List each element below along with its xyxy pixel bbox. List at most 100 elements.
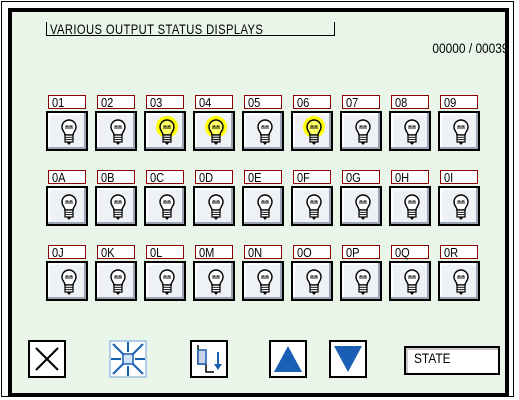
- bulb-off-icon: [110, 269, 126, 295]
- output-button[interactable]: [95, 261, 137, 301]
- reset-button[interactable]: [109, 340, 147, 378]
- bulb-off-icon: [306, 194, 322, 220]
- output-cell: 0G: [340, 170, 384, 230]
- output-label-text: 0H: [395, 170, 410, 185]
- output-label-text: 0N: [248, 245, 263, 260]
- output-button[interactable]: [46, 111, 88, 151]
- output-label: 0R: [440, 245, 478, 259]
- output-button[interactable]: [340, 186, 382, 226]
- bulb-off-icon: [355, 119, 371, 145]
- output-button[interactable]: [193, 111, 235, 151]
- output-button[interactable]: [193, 186, 235, 226]
- output-label: 0I: [440, 170, 478, 184]
- output-label-text: 02: [101, 95, 114, 110]
- output-button[interactable]: [340, 111, 382, 151]
- output-label: 0N: [244, 245, 282, 259]
- bulb-off-icon: [208, 269, 224, 295]
- output-cell: 08: [389, 95, 433, 155]
- output-cell: 0L: [144, 245, 188, 305]
- output-button[interactable]: [389, 261, 431, 301]
- output-label-text: 0B: [101, 170, 115, 185]
- output-button[interactable]: [242, 186, 284, 226]
- output-cell: 0A: [46, 170, 90, 230]
- output-button[interactable]: [389, 186, 431, 226]
- output-button[interactable]: [291, 261, 333, 301]
- output-label-text: 0I: [444, 170, 454, 185]
- down-triangle-icon: [334, 346, 362, 372]
- output-label: 08: [391, 95, 429, 109]
- output-button[interactable]: [438, 261, 480, 301]
- output-label-text: 09: [444, 95, 457, 110]
- output-cell: 0B: [95, 170, 139, 230]
- presser-foot-button[interactable]: [190, 340, 228, 378]
- output-button[interactable]: [438, 186, 480, 226]
- output-cell: 0O: [291, 245, 335, 305]
- bulb-off-icon: [257, 269, 273, 295]
- bulb-off-icon: [404, 269, 420, 295]
- output-button[interactable]: [438, 111, 480, 151]
- output-button[interactable]: [144, 261, 186, 301]
- output-label: 0O: [293, 245, 331, 259]
- bulb-off-icon: [257, 119, 273, 145]
- output-button[interactable]: [144, 186, 186, 226]
- output-cell: 0K: [95, 245, 139, 305]
- output-label: 0B: [97, 170, 135, 184]
- output-label-text: 03: [150, 95, 163, 110]
- output-label-text: 0F: [297, 170, 310, 185]
- output-button[interactable]: [291, 186, 333, 226]
- output-cell: 0F: [291, 170, 335, 230]
- output-button[interactable]: [193, 261, 235, 301]
- output-cell: 0M: [193, 245, 237, 305]
- bulb-off-icon: [61, 269, 77, 295]
- bulb-off-icon: [61, 194, 77, 220]
- output-cell: 02: [95, 95, 139, 155]
- bulb-on-icon: [156, 116, 178, 145]
- output-button[interactable]: [242, 111, 284, 151]
- down-button[interactable]: [329, 340, 367, 378]
- bulb-off-icon: [355, 269, 371, 295]
- up-button[interactable]: [269, 340, 307, 378]
- output-cell: 01: [46, 95, 90, 155]
- output-counter: 00000 / 00039: [399, 40, 509, 56]
- up-triangle-icon: [274, 346, 302, 372]
- compress-arrows-icon: [109, 340, 147, 378]
- output-label: 02: [97, 95, 135, 109]
- output-cell: 06: [291, 95, 335, 155]
- output-button[interactable]: [95, 111, 137, 151]
- bulb-off-icon: [453, 269, 469, 295]
- output-button[interactable]: [144, 111, 186, 151]
- output-button[interactable]: [242, 261, 284, 301]
- output-button[interactable]: [389, 111, 431, 151]
- output-cell: 0P: [340, 245, 384, 305]
- output-cell: 0C: [144, 170, 188, 230]
- state-display[interactable]: STATE: [404, 346, 500, 375]
- output-button[interactable]: [95, 186, 137, 226]
- output-cell: 09: [438, 95, 482, 155]
- close-x-icon: [35, 347, 59, 371]
- output-label-text: 0C: [150, 170, 165, 185]
- output-button[interactable]: [46, 261, 88, 301]
- bulb-off-icon: [404, 119, 420, 145]
- output-label: 0A: [48, 170, 86, 184]
- output-label-text: 0J: [52, 245, 64, 260]
- output-button[interactable]: [46, 186, 88, 226]
- output-label: 05: [244, 95, 282, 109]
- bulb-on-icon: [303, 116, 325, 145]
- output-cell: 0Q: [389, 245, 433, 305]
- close-button[interactable]: [28, 340, 66, 378]
- output-label: 0M: [195, 245, 233, 259]
- output-cell: 05: [242, 95, 286, 155]
- output-cell: 03: [144, 95, 188, 155]
- state-label: STATE: [414, 350, 451, 366]
- output-button[interactable]: [340, 261, 382, 301]
- output-label: 0E: [244, 170, 282, 184]
- output-button[interactable]: [291, 111, 333, 151]
- output-label: 0C: [146, 170, 184, 184]
- output-label: 0G: [342, 170, 380, 184]
- output-label-text: 07: [346, 95, 359, 110]
- output-cell: 0H: [389, 170, 433, 230]
- output-label-text: 0M: [199, 245, 215, 260]
- bulb-off-icon: [257, 194, 273, 220]
- output-cell: 0R: [438, 245, 482, 305]
- output-label: 0H: [391, 170, 429, 184]
